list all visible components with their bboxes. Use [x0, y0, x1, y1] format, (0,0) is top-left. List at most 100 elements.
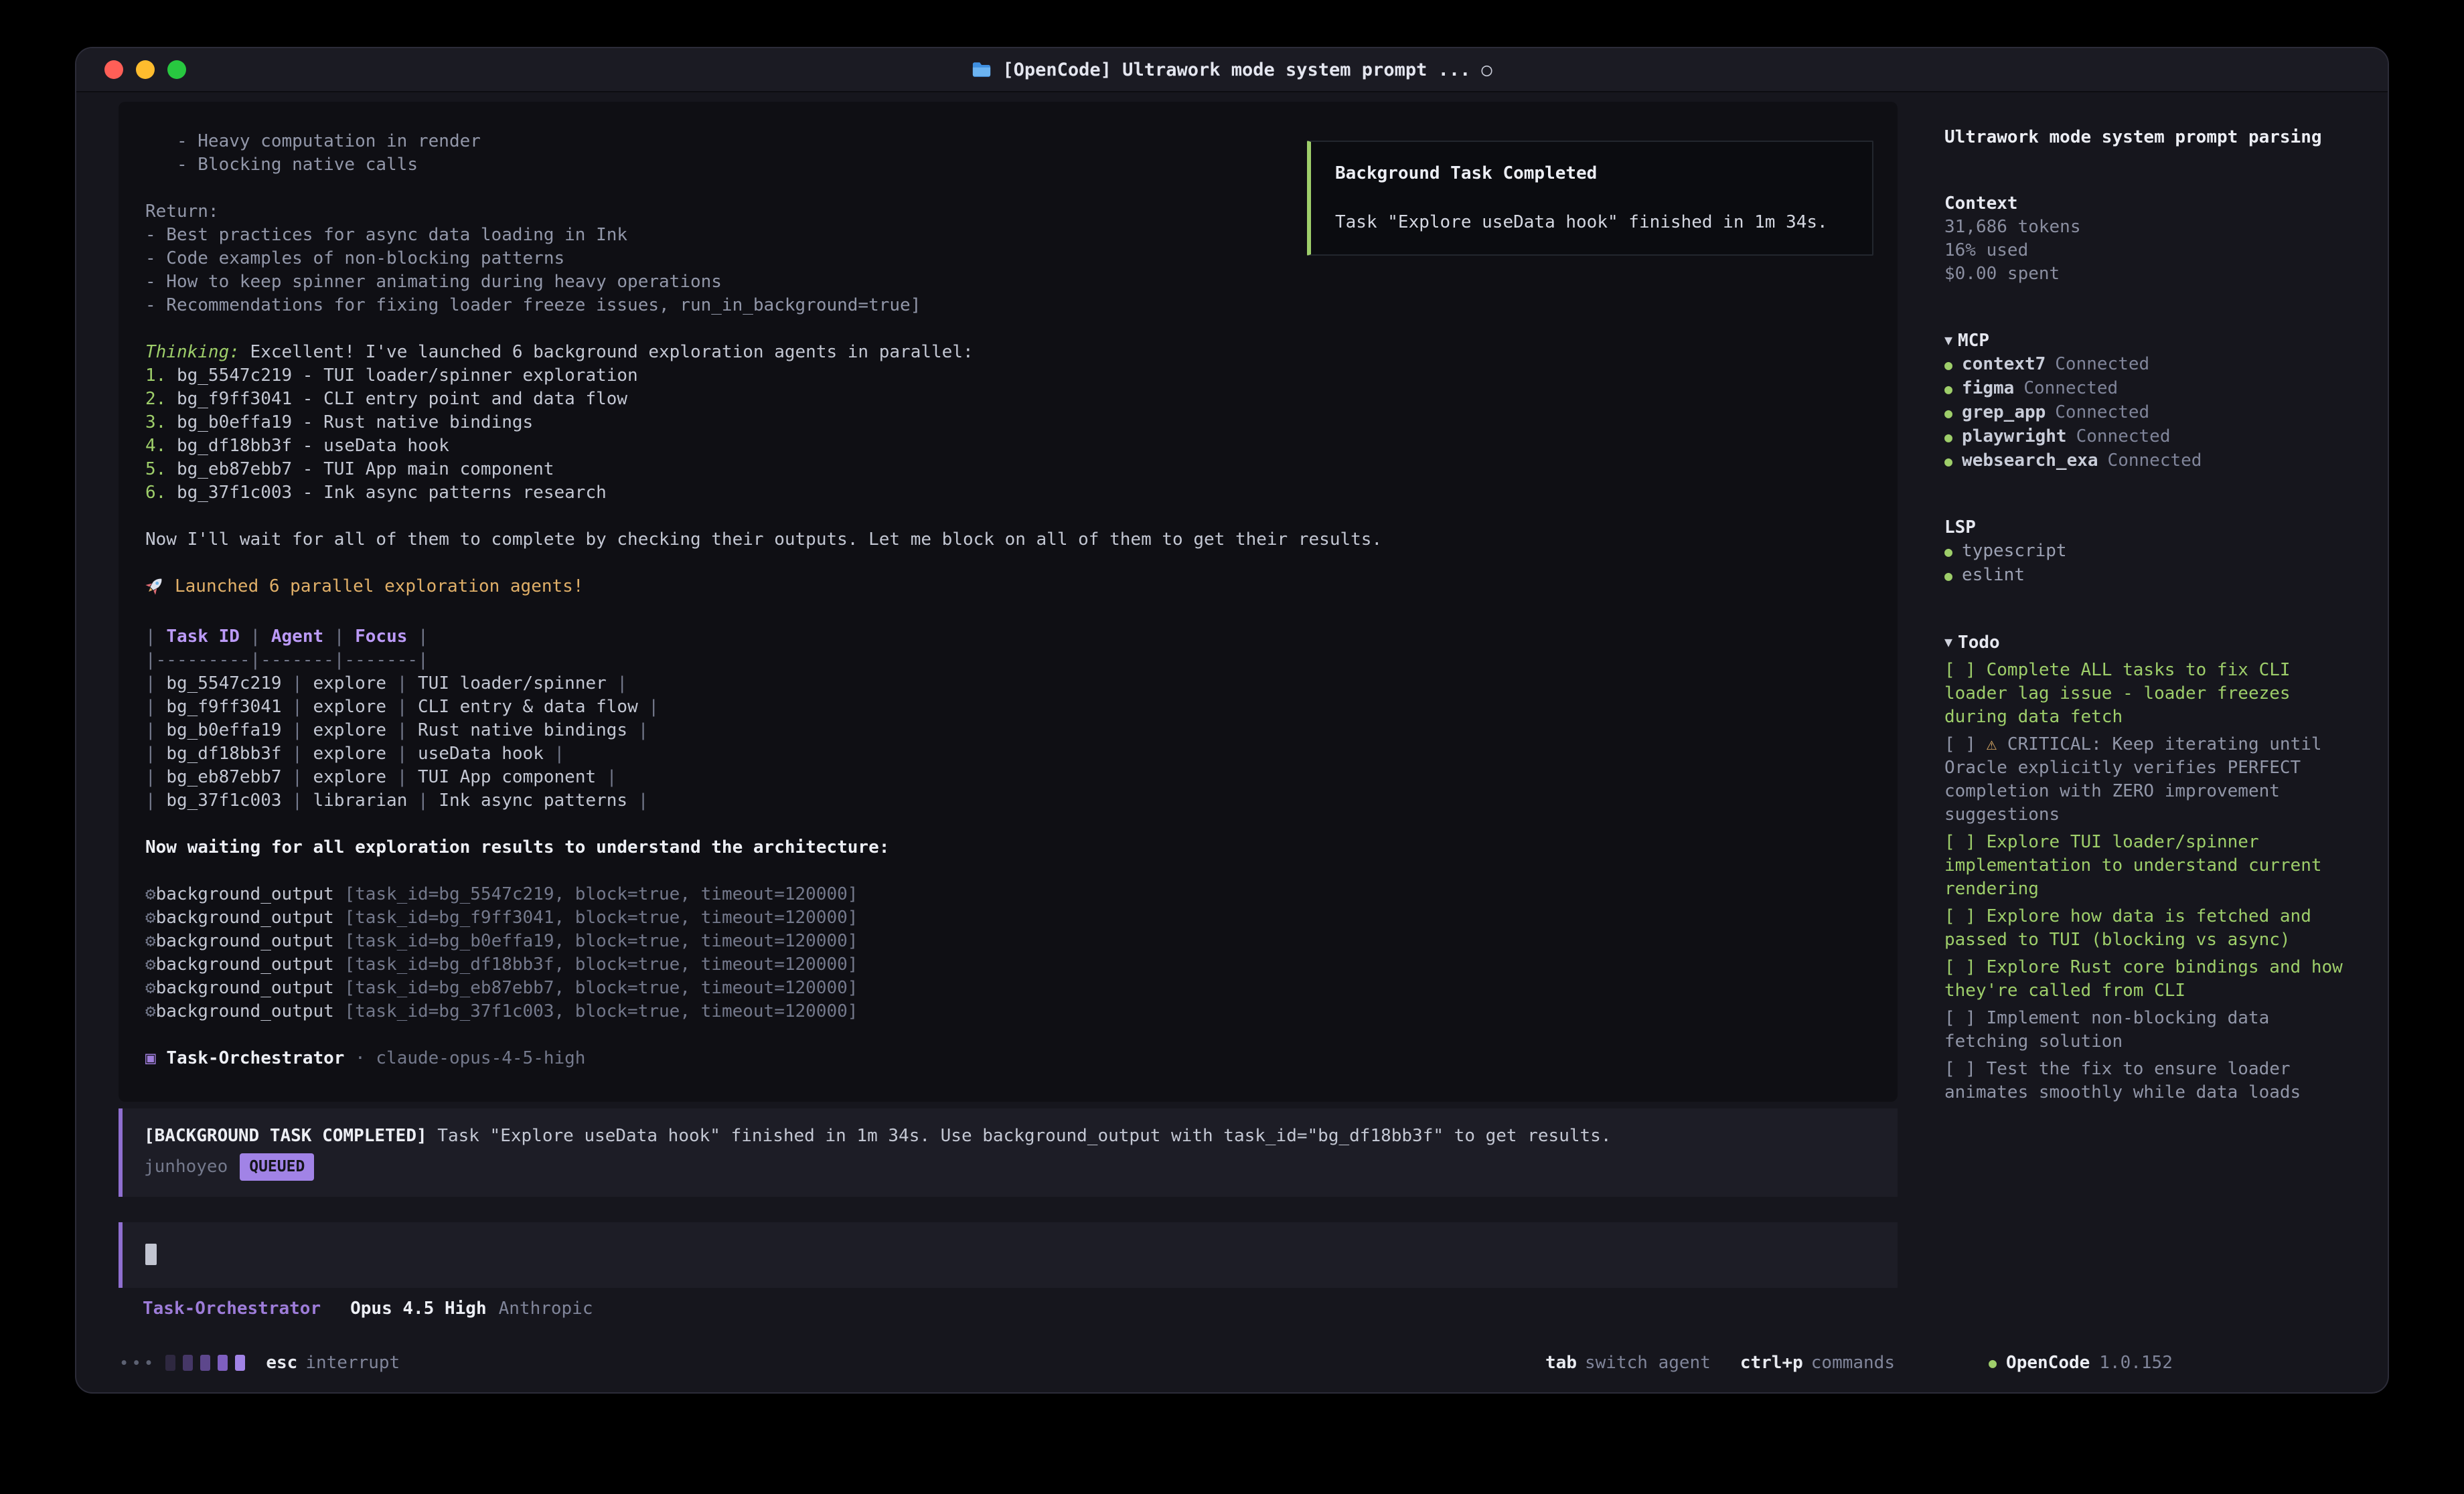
banner-text-line: [BACKGROUND TASK COMPLETED] Task "Explor… — [144, 1125, 1876, 1148]
connected-dot-icon: ● — [1944, 564, 1952, 588]
mcp-name: websearch_exa — [1962, 449, 2098, 473]
terminal-line: 4. bg_df18bb3f - useData hook — [145, 434, 1871, 458]
banner-label: [BACKGROUND TASK COMPLETED] — [144, 1126, 427, 1146]
mcp-section: ▼MCP ●context7Connected●figmaConnected●g… — [1944, 329, 2346, 473]
queued-badge: QUEUED — [240, 1153, 314, 1181]
terminal-line: Now I'll wait for all of them to complet… — [145, 528, 1871, 552]
terminal-line: |---------|-------|-------| — [145, 649, 1871, 672]
progress-block — [218, 1355, 228, 1371]
content-area: - Heavy computation in render - Blocking… — [76, 92, 2388, 1333]
mcp-name: figma — [1962, 377, 2014, 400]
background-completed-message: [BACKGROUND TASK COMPLETED] Task "Explor… — [119, 1108, 1898, 1197]
todo-heading-label: Todo — [1958, 633, 2000, 653]
terminal-line — [145, 317, 1871, 341]
todo-item: [ ] Explore TUI loader/spinner implement… — [1944, 831, 2346, 901]
todo-heading[interactable]: ▼ Todo — [1944, 631, 2346, 655]
terminal-line: 2. bg_f9ff3041 - CLI entry point and dat… — [145, 388, 1871, 411]
main-panel: - Heavy computation in render - Blocking… — [76, 92, 1898, 1333]
chevron-down-icon: ▼ — [1944, 332, 1952, 348]
mcp-heading-label: MCP — [1958, 331, 1989, 351]
connected-dot-icon: ● — [1944, 378, 1952, 401]
lsp-heading: LSP — [1944, 516, 2346, 540]
terminal-line: 5. bg_eb87ebb7 - TUI App main component — [145, 458, 1871, 481]
mcp-item: ●grep_appConnected — [1944, 401, 2346, 425]
terminal-line: | Task ID | Agent | Focus | — [145, 625, 1871, 649]
todo-item: [ ] Explore how data is fetched and pass… — [1944, 905, 2346, 952]
agent-name[interactable]: Task-Orchestrator — [143, 1299, 321, 1319]
mcp-item: ●websearch_exaConnected — [1944, 449, 2346, 473]
rocket-icon — [145, 575, 165, 602]
toast-title: Background Task Completed — [1335, 162, 1848, 185]
key-action: commands — [1811, 1353, 1895, 1373]
banner-meta-line: junhoyeo QUEUED — [144, 1153, 1876, 1181]
mcp-name: grep_app — [1962, 401, 2046, 424]
terminal-line: 3. bg_b0effa19 - Rust native bindings — [145, 411, 1871, 434]
context-stat: 16% used — [1944, 239, 2346, 262]
terminal-line — [145, 505, 1871, 528]
warning-icon: ⚠ — [1987, 734, 1997, 754]
terminal-line: ⚙background_output [task_id=bg_f9ff3041,… — [145, 906, 1871, 930]
prompt-input[interactable] — [119, 1222, 1898, 1288]
banner-user: junhoyeo — [144, 1155, 228, 1179]
terminal-line: ⚙background_output [task_id=bg_5547c219,… — [145, 883, 1871, 906]
connected-dot-icon: ● — [1944, 402, 1952, 425]
context-stats: 31,686 tokens16% used$0.00 spent — [1944, 216, 2346, 286]
terminal-line: ⚙background_output [task_id=bg_df18bb3f,… — [145, 953, 1871, 977]
terminal-lines: - Heavy computation in render - Blocking… — [145, 130, 1871, 1070]
key-action: interrupt — [305, 1353, 400, 1373]
terminal-line: ⚙background_output [task_id=bg_b0effa19,… — [145, 930, 1871, 953]
minimize-button[interactable] — [136, 60, 155, 79]
banner-rest: Task "Explore useData hook" finished in … — [427, 1126, 1612, 1146]
terminal-line — [145, 1023, 1871, 1047]
lsp-name: eslint — [1962, 564, 2025, 587]
status-circle-icon: ○ — [1481, 60, 1492, 80]
terminal-line: Thinking: Excellent! I've launched 6 bac… — [145, 341, 1871, 364]
terminal-line — [145, 813, 1871, 836]
right-key-hints: tabswitch agentctrl+pcommands — [1532, 1353, 1895, 1373]
mcp-heading[interactable]: ▼ MCP — [1944, 329, 2346, 353]
mcp-status: Connected — [2076, 425, 2171, 448]
sidebar-body: Ultrawork mode system prompt parsing Con… — [1944, 126, 2346, 1104]
model-name[interactable]: Opus 4.5 High — [350, 1299, 487, 1319]
version-number: 1.0.152 — [2099, 1353, 2173, 1373]
lsp-item: ●typescript — [1944, 540, 2346, 564]
progress-block — [200, 1355, 210, 1371]
lsp-item: ● eslint — [1944, 564, 2346, 588]
window-title: [OpenCode] Ultrawork mode system prompt … — [76, 60, 2388, 80]
app-version: ● OpenCode 1.0.152 — [1942, 1353, 2388, 1373]
window-title-text: [OpenCode] Ultrawork mode system prompt … — [1002, 60, 1470, 80]
terminal-line: | bg_eb87ebb7 | explore | TUI App compon… — [145, 766, 1871, 789]
status-dot-icon: ● — [1989, 1355, 1997, 1371]
terminal-line: | bg_f9ff3041 | explore | CLI entry & da… — [145, 695, 1871, 719]
todo-section: ▼Todo [ ] Complete ALL tasks to fix CLI … — [1944, 631, 2346, 1104]
mcp-name: playwright — [1962, 425, 2067, 448]
lsp-section: LSP ●typescript● eslint — [1944, 516, 2346, 588]
session-title: Ultrawork mode system prompt parsing — [1944, 126, 2346, 149]
app-window: [OpenCode] Ultrawork mode system prompt … — [75, 47, 2389, 1394]
lsp-name: typescript — [1962, 540, 2067, 563]
chevron-down-icon: ▼ — [1944, 634, 1952, 650]
progress-block — [183, 1355, 193, 1371]
mcp-item: ●context7Connected — [1944, 353, 2346, 377]
terminal-output: - Heavy computation in render - Blocking… — [119, 102, 1898, 1102]
context-stat: $0.00 spent — [1944, 262, 2346, 286]
context-section: Context 31,686 tokens16% used$0.00 spent — [1944, 192, 2346, 286]
lsp-list: ●typescript● eslint — [1944, 540, 2346, 588]
mcp-item: ●figmaConnected — [1944, 377, 2346, 401]
sidebar: Ultrawork mode system prompt parsing Con… — [1898, 92, 2388, 1333]
zoom-button[interactable] — [167, 60, 186, 79]
terminal-line: ⚙background_output [task_id=bg_eb87ebb7,… — [145, 977, 1871, 1000]
text-cursor — [145, 1244, 157, 1265]
provider-name: Anthropic — [499, 1299, 593, 1319]
key-hint: ctrl+pcommands — [1740, 1353, 1895, 1373]
context-heading: Context — [1944, 192, 2346, 216]
todo-item: [ ] Test the fix to ensure loader animat… — [1944, 1058, 2346, 1104]
terminal-line: | bg_df18bb3f | explore | useData hook | — [145, 742, 1871, 766]
window-controls — [76, 60, 186, 79]
todo-item: [ ] ⚠ CRITICAL: Keep iterating until Ora… — [1944, 733, 2346, 827]
terminal-line — [145, 552, 1871, 575]
close-button[interactable] — [104, 60, 123, 79]
mcp-item: ●playwrightConnected — [1944, 425, 2346, 449]
terminal-line: | bg_b0effa19 | explore | Rust native bi… — [145, 719, 1871, 742]
connected-dot-icon: ● — [1944, 353, 1952, 377]
